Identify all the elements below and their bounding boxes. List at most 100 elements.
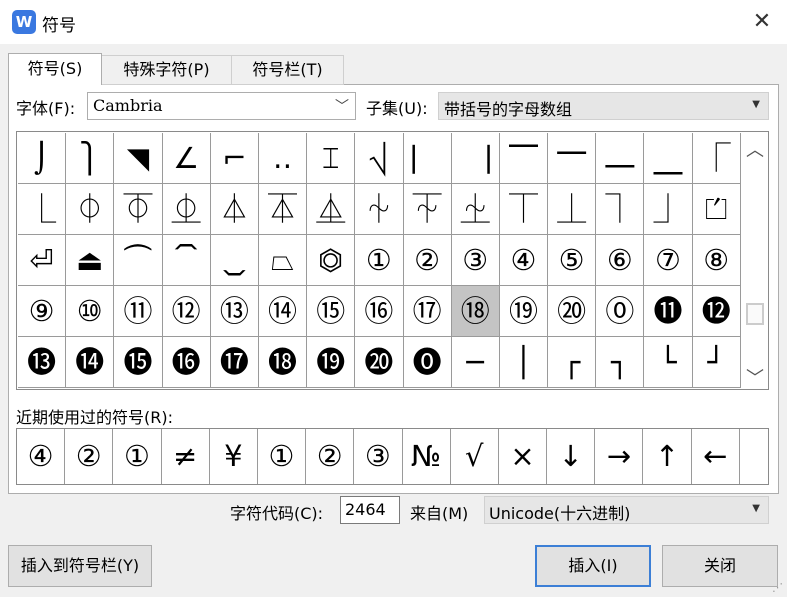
symbol-cell[interactable]: ④ <box>499 235 549 286</box>
symbol-cell[interactable]: ⑳ <box>548 286 597 337</box>
symbol-cell[interactable]: ⑰ <box>403 286 452 337</box>
symbol-cell[interactable]: ⏊ <box>548 184 597 235</box>
symbol-cell[interactable]: └ <box>644 337 693 388</box>
symbol-cell[interactable]: ⑫ <box>162 286 211 337</box>
symbol-cell[interactable]: ⓱ <box>210 337 259 388</box>
symbol-cell[interactable]: ⑦ <box>644 235 693 286</box>
resize-grip-icon[interactable]: ⋰ <box>772 582 784 594</box>
symbol-cell[interactable]: ⎷ <box>355 133 404 184</box>
symbol-cell[interactable]: ┌ <box>548 337 597 388</box>
recent-symbol-cell[interactable]: ↑ <box>643 429 692 484</box>
symbol-cell[interactable]: ⏏ <box>66 235 115 286</box>
symbol-cell[interactable]: ⑤ <box>548 235 597 286</box>
symbol-cell[interactable]: ⏣ <box>307 235 356 286</box>
symbol-cell[interactable]: ⏜ <box>114 235 163 286</box>
insert-button[interactable]: 插入(I) <box>535 545 651 587</box>
symbol-cell[interactable]: ⏎ <box>18 235 67 286</box>
symbol-cell[interactable]: ⏉ <box>499 184 549 235</box>
symbol-cell[interactable]: ∠ <box>162 133 211 184</box>
char-code-input[interactable]: 2464 <box>340 496 400 524</box>
recent-symbol-cell[interactable]: ① <box>258 429 307 484</box>
symbol-cell[interactable]: ⓴ <box>355 337 404 388</box>
symbol-cell[interactable]: ⏈ <box>451 184 500 235</box>
scroll-thumb[interactable] <box>746 303 764 325</box>
symbol-cell[interactable]: ⏀ <box>66 184 115 235</box>
symbol-cell[interactable]: ┘ <box>692 337 741 388</box>
symbol-cell[interactable]: ⏅ <box>307 184 356 235</box>
scroll-up-icon[interactable]: ︿ <box>742 136 768 162</box>
symbol-cell[interactable]: ⑧ <box>692 235 741 286</box>
symbol-cell[interactable]: ⏁ <box>114 184 163 235</box>
symbol-cell[interactable]: ⓲ <box>258 337 308 388</box>
symbol-cell[interactable]: ⓮ <box>66 337 115 388</box>
encoding-select[interactable]: Unicode(十六进制) ▼ <box>484 496 769 524</box>
symbol-cell[interactable]: ⎸ <box>403 133 452 184</box>
symbol-cell[interactable]: ⑥ <box>596 235 645 286</box>
symbol-cell[interactable]: ─ <box>451 337 500 388</box>
symbol-cell[interactable]: ⎺ <box>499 133 549 184</box>
symbol-cell[interactable]: ◥ <box>114 133 163 184</box>
recent-symbol-cell[interactable]: √ <box>451 429 499 484</box>
font-select[interactable]: Cambria ﹀ <box>87 92 356 120</box>
symbol-cell[interactable]: ‥ <box>258 133 308 184</box>
dropdown-arrow-icon[interactable]: ▼ <box>752 99 760 110</box>
symbol-cell[interactable]: ⏃ <box>210 184 259 235</box>
symbol-cell[interactable]: ⓯ <box>114 337 163 388</box>
recent-symbol-cell[interactable]: ② <box>65 429 114 484</box>
symbol-cell[interactable]: ⓬ <box>692 286 741 337</box>
symbol-cell[interactable]: ⎾ <box>692 133 741 184</box>
subset-select[interactable]: 带括号的字母数组 ▼ <box>438 92 769 120</box>
recent-symbol-cell[interactable]: → <box>595 429 644 484</box>
symbol-cell[interactable]: ⑱ <box>451 286 500 337</box>
symbol-cell[interactable]: ⌶ <box>307 133 356 184</box>
symbol-cell[interactable]: ① <box>355 235 404 286</box>
symbol-cell[interactable]: ⑭ <box>258 286 308 337</box>
close-button[interactable]: 关闭 <box>662 545 778 587</box>
symbol-cell[interactable]: ⌡ <box>18 133 67 184</box>
tab-special-characters[interactable]: 特殊字符(P) <box>102 55 232 85</box>
symbol-cell[interactable]: ⏍ <box>692 184 741 235</box>
recent-symbol-cell[interactable]: ③ <box>354 429 403 484</box>
recent-symbol-cell[interactable]: № <box>403 429 451 484</box>
symbol-cell[interactable]: ⎼ <box>596 133 645 184</box>
symbol-cell[interactable]: ⓳ <box>307 337 356 388</box>
symbol-cell[interactable]: ⎫ <box>66 133 115 184</box>
recent-symbol-cell[interactable]: ④ <box>17 429 66 484</box>
symbol-cell[interactable]: ⓰ <box>162 337 211 388</box>
scroll-down-icon[interactable]: ﹀ <box>742 364 768 390</box>
symbol-cell[interactable]: ⎹ <box>451 133 500 184</box>
recent-symbol-cell[interactable]: ← <box>692 429 740 484</box>
symbol-cell[interactable]: ⏄ <box>258 184 308 235</box>
recent-symbol-cell[interactable]: ① <box>113 429 162 484</box>
dropdown-arrow-icon[interactable]: ▼ <box>752 503 760 514</box>
symbol-cell[interactable]: ┐ <box>596 337 645 388</box>
symbol-cell[interactable]: ⑮ <box>307 286 356 337</box>
symbol-cell[interactable]: ⎻ <box>548 133 597 184</box>
symbol-cell[interactable]: ⑨ <box>18 286 67 337</box>
tab-symbol-bar[interactable]: 符号栏(T) <box>232 55 344 85</box>
symbol-cell[interactable]: ② <box>403 235 452 286</box>
symbol-cell[interactable]: ⏡ <box>210 235 259 286</box>
symbol-cell[interactable]: ⓭ <box>18 337 67 388</box>
symbol-cell[interactable]: ⏆ <box>355 184 404 235</box>
symbol-cell[interactable]: ⎽ <box>644 133 693 184</box>
recent-symbol-cell[interactable]: ↓ <box>547 429 596 484</box>
symbol-cell[interactable]: ⏠ <box>162 235 211 286</box>
symbol-cell[interactable]: ⑪ <box>114 286 163 337</box>
symbol-cell[interactable]: ⏢ <box>258 235 308 286</box>
symbol-cell[interactable]: ⑩ <box>66 286 115 337</box>
chevron-down-icon[interactable]: ﹀ <box>335 96 349 116</box>
recent-symbol-cell[interactable]: ¥ <box>210 429 258 484</box>
symbol-cell[interactable]: ⓿ <box>403 337 452 388</box>
recent-symbol-cell[interactable]: ≠ <box>162 429 210 484</box>
tab-symbol[interactable]: 符号(S) <box>8 53 102 85</box>
recent-symbol-cell[interactable]: ② <box>306 429 355 484</box>
recent-symbol-cell[interactable]: × <box>499 429 548 484</box>
symbol-cell[interactable]: ⓪ <box>596 286 645 337</box>
symbol-cell[interactable]: ⓫ <box>644 286 693 337</box>
symbol-cell[interactable]: ⎿ <box>18 184 67 235</box>
symbol-cell[interactable]: ⏇ <box>403 184 452 235</box>
insert-to-symbol-bar-button[interactable]: 插入到符号栏(Y) <box>8 545 152 587</box>
symbol-cell[interactable]: ③ <box>451 235 500 286</box>
symbol-cell[interactable]: ⏋ <box>596 184 645 235</box>
